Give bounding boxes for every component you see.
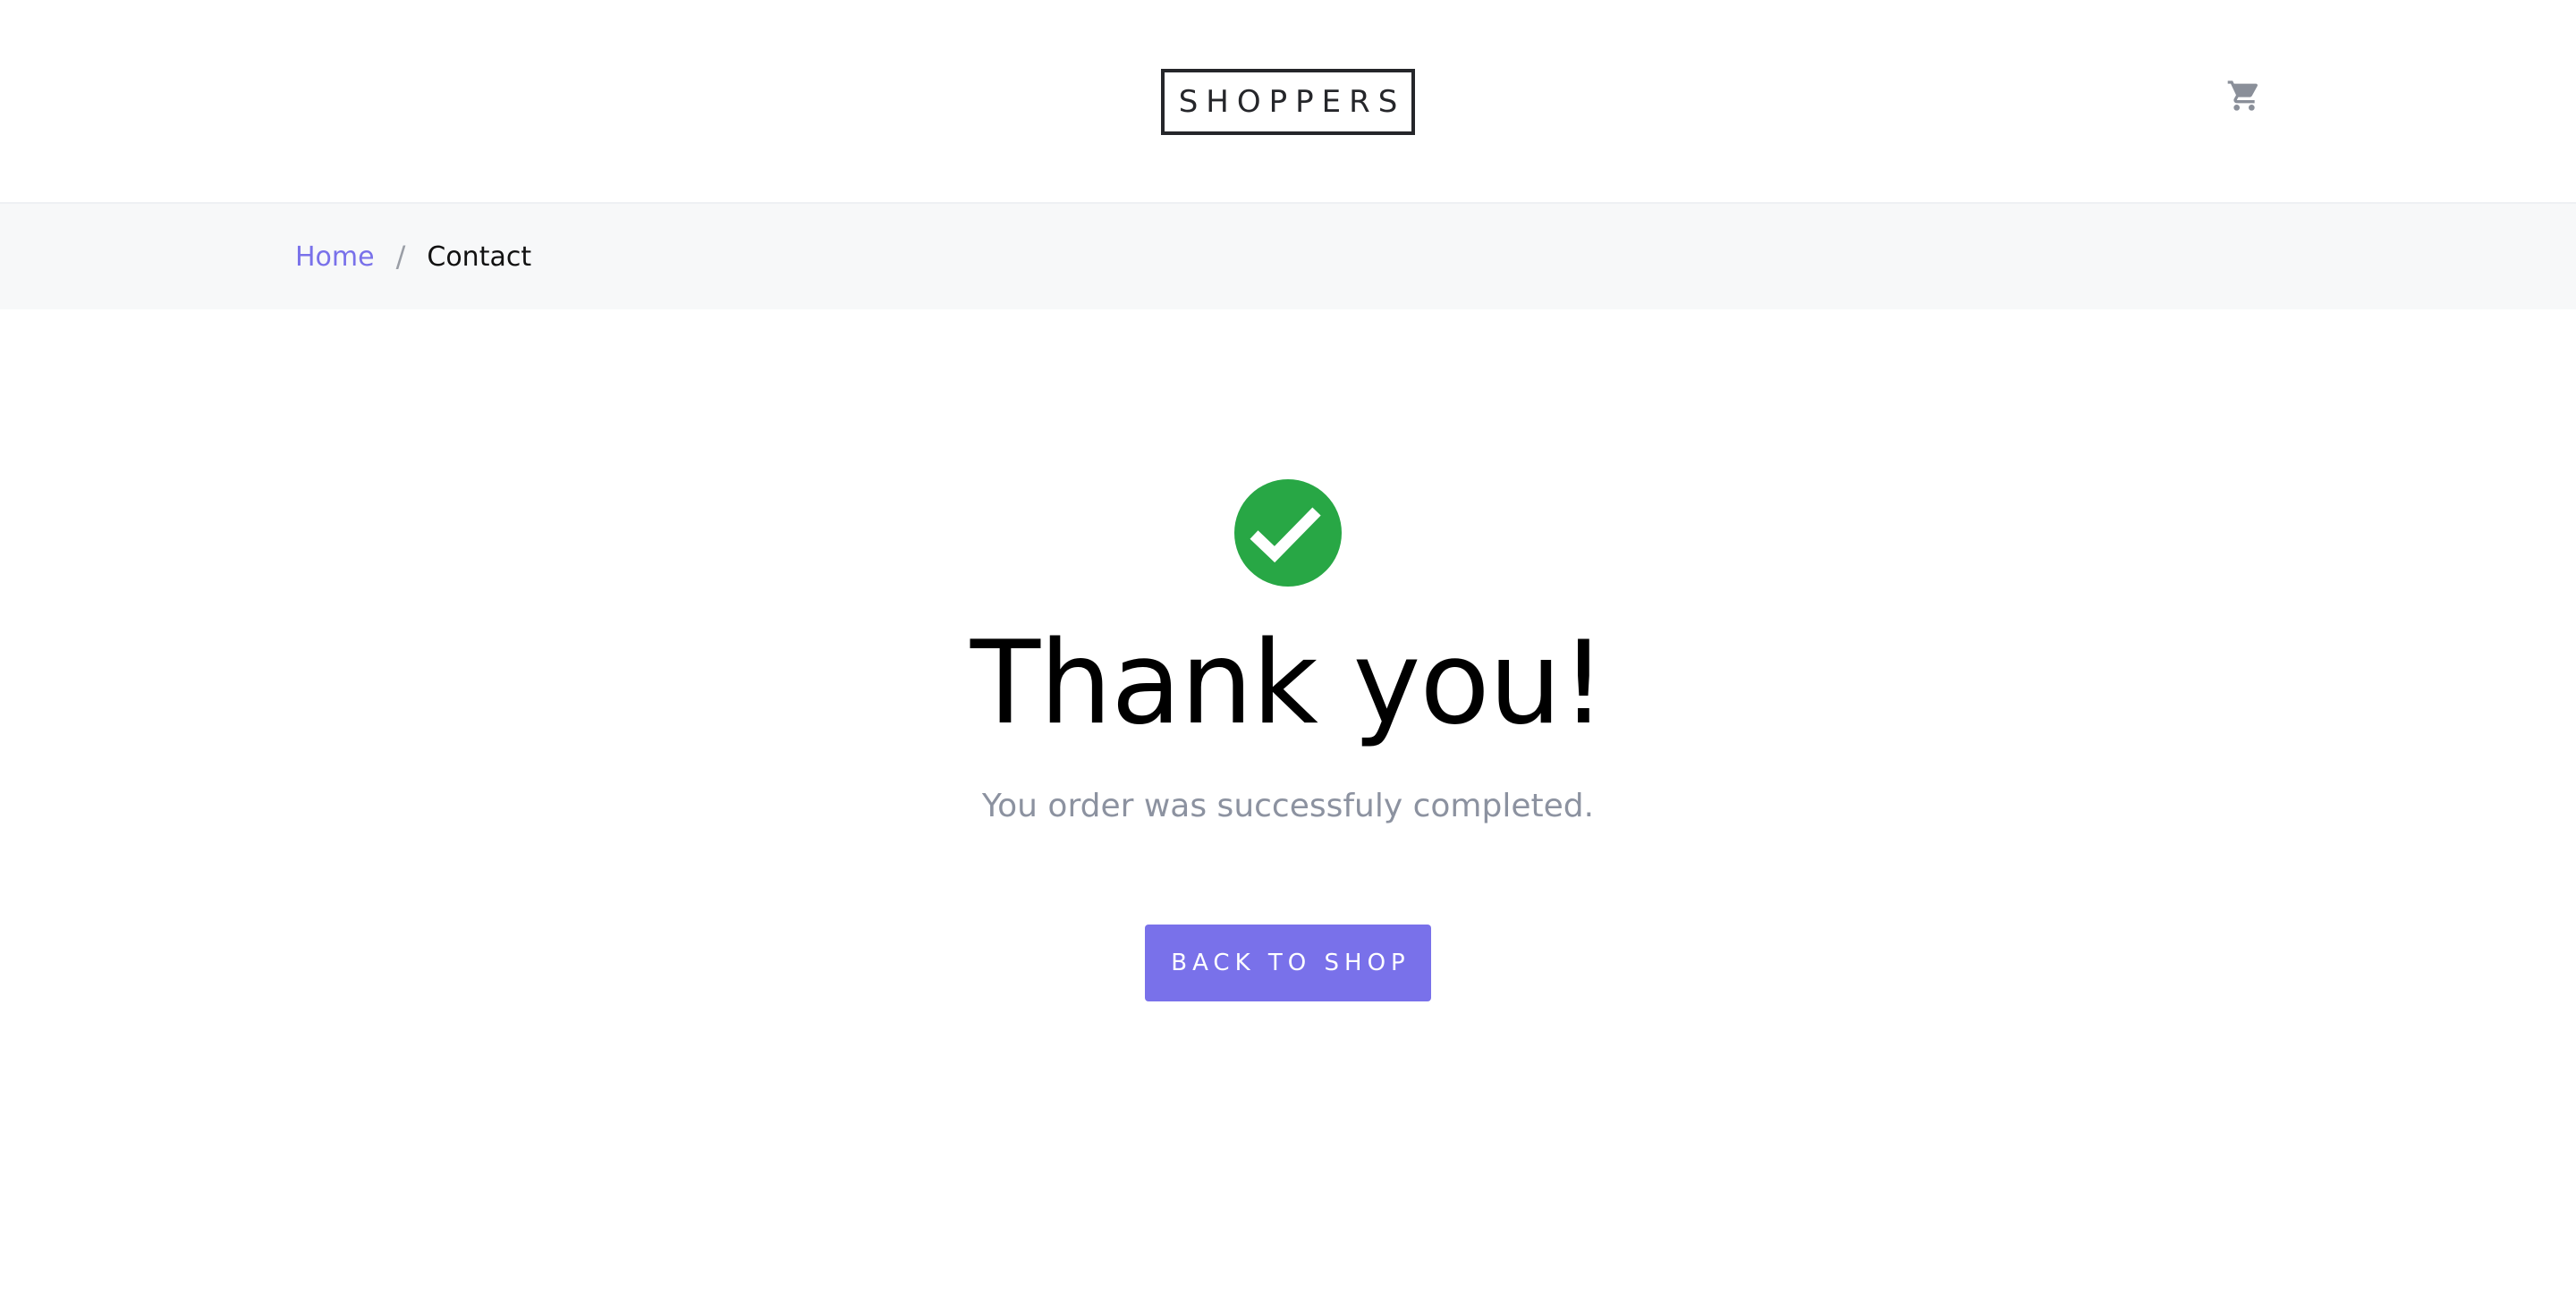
breadcrumb-separator: / <box>395 240 406 274</box>
thank-you-title: Thank you! <box>970 617 1606 750</box>
thank-you-page: SHOPPERS Home / Contact Thank you! You o… <box>0 0 2576 1309</box>
check-circle-icon <box>1234 479 1342 587</box>
site-header: SHOPPERS <box>0 0 2576 204</box>
breadcrumb: Home / Contact <box>295 204 531 309</box>
breadcrumb-home-link[interactable]: Home <box>295 241 375 273</box>
back-to-shop-button[interactable]: BACK TO SHOP <box>1145 925 1431 1001</box>
cart-icon <box>2227 80 2258 111</box>
site-logo[interactable]: SHOPPERS <box>1161 69 1415 135</box>
breadcrumb-current: Contact <box>427 241 532 273</box>
breadcrumb-bar: Home / Contact <box>0 204 2576 309</box>
cart-button[interactable] <box>2222 75 2267 116</box>
order-complete-message: You order was successfuly completed. <box>981 788 1595 824</box>
